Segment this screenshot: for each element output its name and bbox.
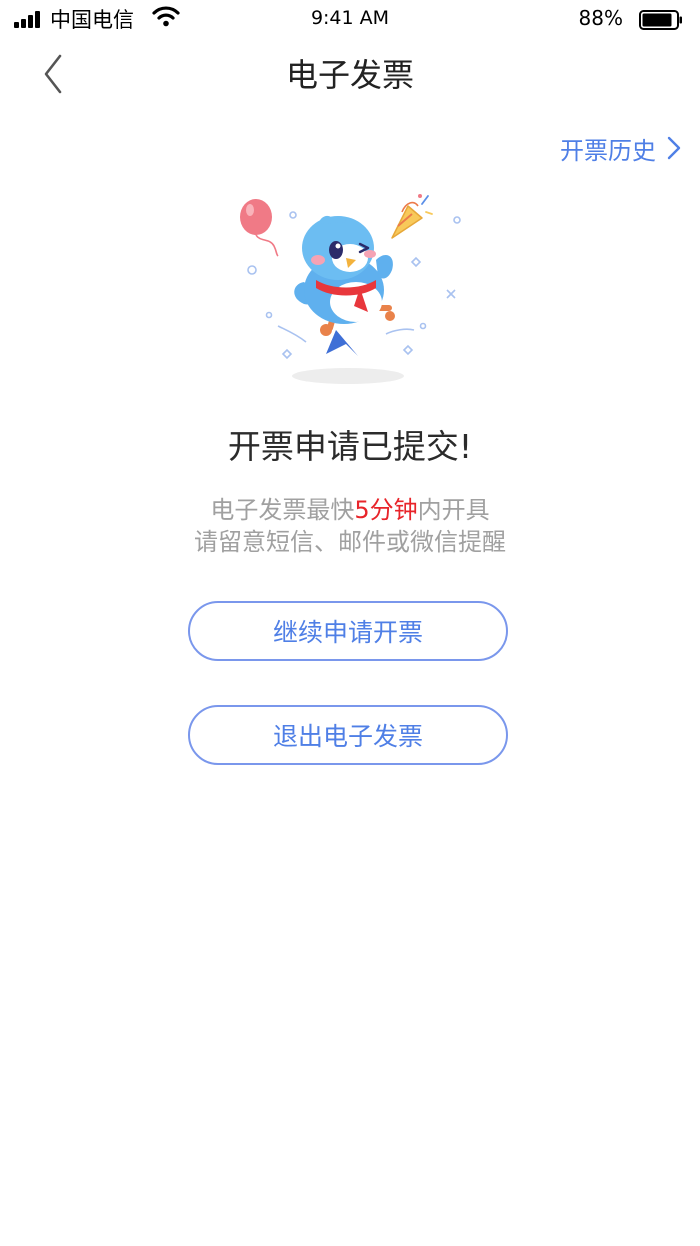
issuance-time-notice: 电子发票最快5分钟内开具 (0, 490, 700, 525)
notice-suffix: 内开具 (417, 496, 490, 524)
celebration-mascot-illustration (240, 194, 461, 384)
chevron-left-icon (44, 54, 62, 94)
balloon-icon (240, 199, 279, 257)
party-popper-icon (391, 194, 433, 239)
reminder-notice: 请留意短信、邮件或微信提醒 (194, 528, 506, 556)
chevron-right-icon (667, 136, 681, 160)
exit-e-invoice-button[interactable]: 退出电子发票 (188, 705, 508, 765)
battery-icon (639, 10, 682, 30)
continue-invoice-button[interactable]: 继续申请开票 (188, 601, 508, 661)
battery-percentage: 88% (578, 6, 623, 30)
invoice-history-label: 开票历史 (560, 136, 656, 165)
submission-success-headline: 开票申请已提交! (227, 427, 473, 466)
mascot-shadow (292, 368, 404, 384)
invoice-history-link[interactable]: 开票历史 (560, 130, 682, 166)
status-bar: 中国电信 9:41 AM 88% (0, 0, 700, 40)
navigation-bar: 电子发票 (0, 40, 700, 104)
notice-prefix: 电子发票最快 (210, 496, 355, 524)
notice-highlight-duration: 5分钟 (354, 496, 418, 524)
bird-mascot (294, 215, 395, 356)
back-button[interactable] (30, 50, 74, 96)
page-title: 电子发票 (285, 56, 414, 94)
